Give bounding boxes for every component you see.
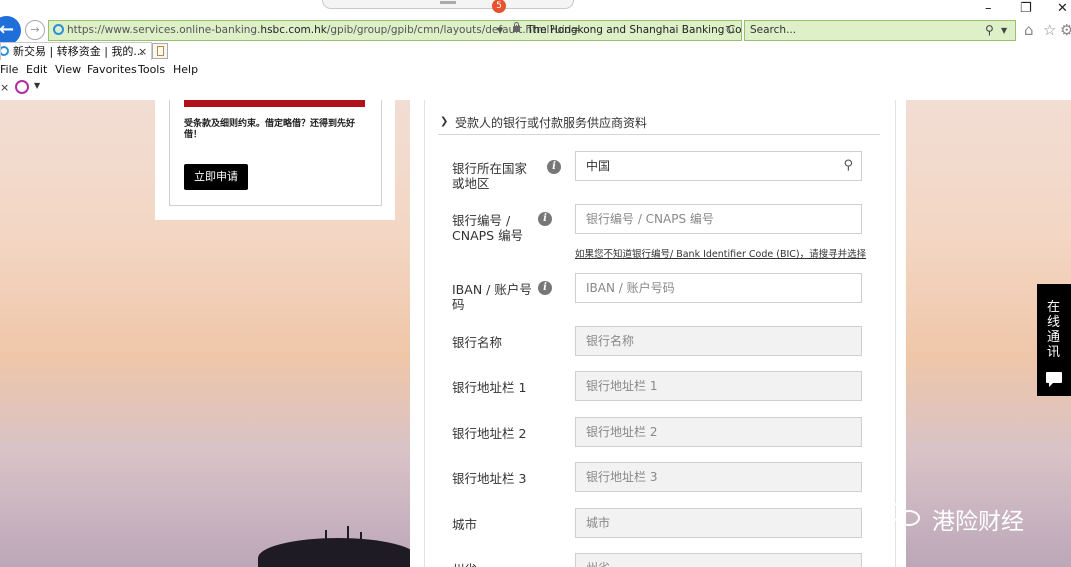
watermark-text: 港险财经 xyxy=(932,509,1024,535)
browser-tab-active[interactable]: 新交易 | 转移资金 | 我的... × xyxy=(0,42,152,60)
bank-code-label: 银行编号 / CNAPS 编号 xyxy=(452,213,524,243)
forward-button[interactable]: → xyxy=(25,20,45,40)
restore-icon[interactable]: ❐ xyxy=(1020,1,1032,16)
favorites-star-icon[interactable]: ☆ xyxy=(1043,21,1056,39)
info-icon[interactable]: i xyxy=(547,160,561,174)
apply-now-button[interactable]: 立即申请 xyxy=(184,164,248,190)
bank-code-input[interactable]: 银行编号 / CNAPS 编号 xyxy=(575,204,862,234)
tab-strip-grip xyxy=(440,1,456,4)
bank-address-2-input[interactable]: 银行地址栏 2 xyxy=(575,417,862,447)
search-dropdown-icon[interactable]: ▼ xyxy=(1001,21,1007,40)
tab-close-icon[interactable]: × xyxy=(138,43,147,60)
settings-gear-icon[interactable]: ⚙ xyxy=(1060,21,1071,39)
country-field[interactable]: 中国 ⚲ xyxy=(575,151,862,181)
tab-favicon xyxy=(1,46,9,56)
site-identity[interactable]: The Hongkong and Shanghai Banking Corp..… xyxy=(527,21,741,40)
menu-edit[interactable]: Edit xyxy=(26,62,47,78)
background-mountain xyxy=(258,538,418,567)
bank-address-3-label: 银行地址栏 3 xyxy=(452,471,527,486)
menu-view[interactable]: View xyxy=(55,62,81,78)
city-label: 城市 xyxy=(452,517,478,532)
addon-icon[interactable] xyxy=(15,80,29,94)
menu-help[interactable]: Help xyxy=(173,62,198,78)
background-tower xyxy=(360,532,362,542)
info-icon[interactable]: i xyxy=(538,281,552,295)
addon-dropdown-icon[interactable]: ▼ xyxy=(34,81,40,90)
menu-tools[interactable]: Tools xyxy=(138,62,165,78)
country-value: 中国 xyxy=(586,159,611,173)
tab-title[interactable]: 新交易 | 转移资金 | 我的... xyxy=(13,43,144,60)
bank-address-2-label: 银行地址栏 2 xyxy=(452,426,527,441)
promo-text: 受条款及细则约束。借定略借？还得到先好借！ xyxy=(184,119,356,140)
bank-address-1-input[interactable]: 银行地址栏 1 xyxy=(575,371,862,401)
bank-name-input[interactable]: 银行名称 xyxy=(575,326,862,356)
section-divider xyxy=(438,134,880,135)
refresh-icon[interactable]: ↻ xyxy=(725,21,735,40)
wechat-icon-secondary xyxy=(898,510,920,526)
lock-icon[interactable] xyxy=(513,22,520,32)
address-dropdown-icon[interactable]: ▼ xyxy=(497,21,503,40)
new-tab-button[interactable] xyxy=(152,43,168,59)
background-tower xyxy=(325,530,327,544)
chevron-down-icon[interactable]: ❯ xyxy=(440,116,448,127)
search-icon[interactable]: ⚲ xyxy=(985,21,994,40)
state-label: 州省 xyxy=(452,562,536,567)
iban-input[interactable]: IBAN / 账户号码 xyxy=(575,273,862,303)
minimize-icon[interactable]: – xyxy=(985,1,992,16)
tab-count-badge[interactable]: 5 xyxy=(492,0,506,13)
home-icon[interactable]: ⌂ xyxy=(1024,21,1034,39)
background-tower xyxy=(347,526,349,542)
menu-favorites[interactable]: Favorites xyxy=(87,62,137,78)
address-bar[interactable]: https://www.services.online-banking.hsbc… xyxy=(48,20,742,41)
online-chat-label[interactable]: 在线通讯 xyxy=(1047,300,1061,360)
close-window-icon[interactable]: ✕ xyxy=(1057,1,1068,16)
bank-address-1-label: 银行地址栏 1 xyxy=(452,380,527,395)
menu-file[interactable]: File xyxy=(0,62,18,78)
chat-bubble-icon[interactable] xyxy=(1046,372,1062,387)
bank-code-lookup-link[interactable]: 如果您不知道银行编号/ Bank Identifier Code (BIC)，请… xyxy=(575,246,866,260)
country-label: 银行所在国家或地区 xyxy=(452,161,528,191)
section-title[interactable]: 受款人的银行或付款服务供应商资料 xyxy=(455,114,647,131)
back-button[interactable]: ← xyxy=(0,16,21,45)
search-icon[interactable]: ⚲ xyxy=(843,152,853,180)
bank-name-label: 银行名称 xyxy=(452,335,503,350)
state-input[interactable]: 州省 xyxy=(575,553,862,567)
bank-address-3-input[interactable]: 银行地址栏 3 xyxy=(575,462,862,492)
promo-image xyxy=(184,100,365,107)
info-icon[interactable]: i xyxy=(538,212,552,226)
command-close-icon[interactable]: × xyxy=(0,81,9,94)
search-input[interactable]: Search... xyxy=(750,21,796,40)
browser-chrome: 5 ← → https://www.services.online-bankin… xyxy=(0,0,1071,101)
promo-card xyxy=(169,100,382,206)
page-icon xyxy=(53,24,64,35)
search-box[interactable]: Search... ⚲ ▼ xyxy=(744,20,1016,41)
city-input[interactable]: 城市 xyxy=(575,508,862,538)
page-content: 受条款及细则约束。借定略借？还得到先好借！ 立即申请 ❯ 受款人的银行或付款服务… xyxy=(0,100,1071,567)
iban-label: IBAN / 账户号码 xyxy=(452,282,532,312)
